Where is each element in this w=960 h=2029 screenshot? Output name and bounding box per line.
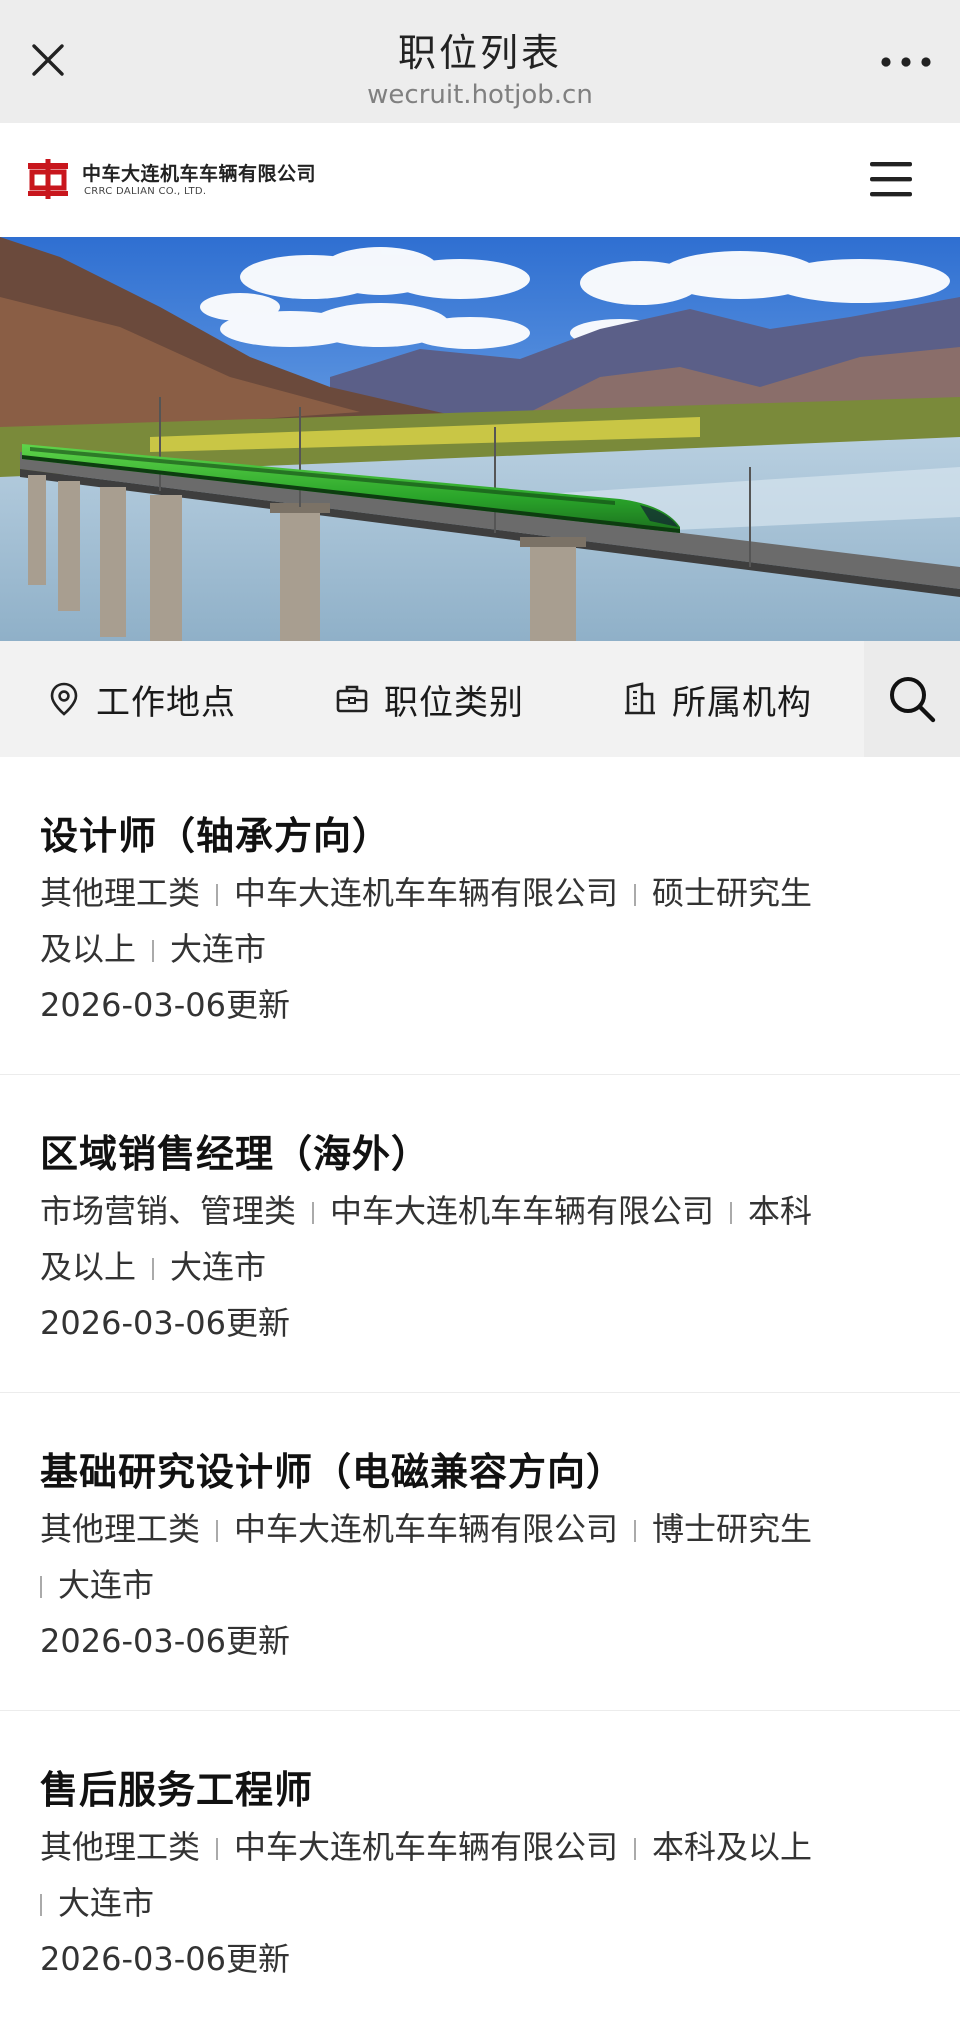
filter-label: 工作地点 <box>96 682 236 723</box>
job-category: 市场营销、管理类 <box>40 1192 297 1230</box>
separator <box>634 884 637 906</box>
crrc-logo-icon[interactable] <box>26 157 70 201</box>
job-city: 大连市 <box>170 1248 267 1286</box>
job-meta: 其他理工类 中车大连机车车辆有限公司 硕士研究生 及以上 大连市 <box>40 865 920 977</box>
company-header: 中车大连机车车辆有限公司 CRRC DALIAN CO., LTD. <box>0 123 960 237</box>
job-updated-date: 2026-03-06更新 <box>40 1622 290 1660</box>
job-city: 大连市 <box>170 930 267 968</box>
filter-job-category[interactable]: 职位类别 <box>334 641 524 757</box>
job-category: 其他理工类 <box>40 1828 201 1866</box>
separator <box>312 1202 315 1224</box>
search-button[interactable] <box>864 641 960 757</box>
filter-work-location[interactable]: 工作地点 <box>46 641 236 757</box>
job-category: 其他理工类 <box>40 1510 201 1548</box>
job-company: 中车大连机车车辆有限公司 <box>330 1192 715 1230</box>
hamburger-menu-icon[interactable] <box>868 159 914 199</box>
job-education: 本科及以上 <box>652 1828 813 1866</box>
job-company: 中车大连机车车辆有限公司 <box>234 1510 619 1548</box>
search-icon <box>890 677 936 723</box>
filter-label: 所属机构 <box>672 682 812 723</box>
job-city: 大连市 <box>58 1566 155 1604</box>
job-updated-date: 2026-03-06更新 <box>40 1304 290 1342</box>
location-pin-icon <box>50 682 78 716</box>
separator <box>216 1838 219 1860</box>
separator <box>634 1520 637 1542</box>
separator <box>152 1258 155 1280</box>
more-options-icon[interactable] <box>878 48 934 76</box>
separator <box>634 1838 637 1860</box>
briefcase-icon <box>336 685 368 713</box>
job-title: 售后服务工程师 <box>40 1768 314 1812</box>
job-title: 设计师（轴承方向） <box>40 814 392 858</box>
job-updated-date: 2026-03-06更新 <box>40 986 290 1024</box>
job-item[interactable]: 基础研究设计师（电磁兼容方向） 其他理工类 中车大连机车车辆有限公司 博士研究生大连… <box>0 1393 960 1711</box>
building-icon <box>625 682 655 715</box>
job-city: 大连市 <box>58 1884 155 1922</box>
filter-organization[interactable]: 所属机构 <box>622 641 812 757</box>
job-company: 中车大连机车车辆有限公司 <box>234 1828 619 1866</box>
job-meta: 市场营销、管理类 中车大连机车车辆有限公司 本科 及以上 大连市 <box>40 1183 920 1295</box>
separator <box>216 1520 219 1542</box>
filter-label: 职位类别 <box>384 682 524 723</box>
job-item[interactable]: 区域销售经理（海外） 市场营销、管理类 中车大连机车车辆有限公司 本科 及以上 大连市 … <box>0 1075 960 1393</box>
job-list: 设计师（轴承方向） 其他理工类 中车大连机车车辆有限公司 硕士研究生 及以上 大连市 2… <box>0 757 960 2029</box>
separator <box>40 1894 42 1916</box>
job-category: 其他理工类 <box>40 874 201 912</box>
page-domain: wecruit.hotjob.cn <box>367 80 593 110</box>
job-item[interactable]: 设计师（轴承方向） 其他理工类 中车大连机车车辆有限公司 硕士研究生 及以上 大连市 2… <box>0 757 960 1075</box>
separator <box>216 884 219 906</box>
job-item[interactable]: 售后服务工程师 其他理工类 中车大连机车车辆有限公司 本科及以上大连市 2026-0… <box>0 1711 960 2029</box>
job-updated-date: 2026-03-06更新 <box>40 1940 290 1978</box>
job-meta: 其他理工类 中车大连机车车辆有限公司 本科及以上大连市 <box>40 1819 920 1931</box>
separator <box>152 940 155 962</box>
separator <box>40 1576 42 1598</box>
job-company: 中车大连机车车辆有限公司 <box>234 874 619 912</box>
job-title: 区域销售经理（海外） <box>40 1132 431 1176</box>
filter-bar: 工作地点 职位类别 所属机构 <box>0 641 960 757</box>
page-title: 职位列表 <box>397 31 562 75</box>
separator <box>730 1202 733 1224</box>
wechat-top-bar: 职位列表 wecruit.hotjob.cn <box>0 0 960 123</box>
job-meta: 其他理工类 中车大连机车车辆有限公司 博士研究生大连市 <box>40 1501 920 1613</box>
job-title: 基础研究设计师（电磁兼容方向） <box>40 1450 626 1494</box>
job-education: 博士研究生 <box>652 1510 813 1548</box>
company-name-cn: 中车大连机车车辆有限公司 <box>82 163 317 185</box>
company-name-en: CRRC DALIAN CO., LTD. <box>84 186 207 197</box>
hero-banner-image <box>0 237 960 641</box>
